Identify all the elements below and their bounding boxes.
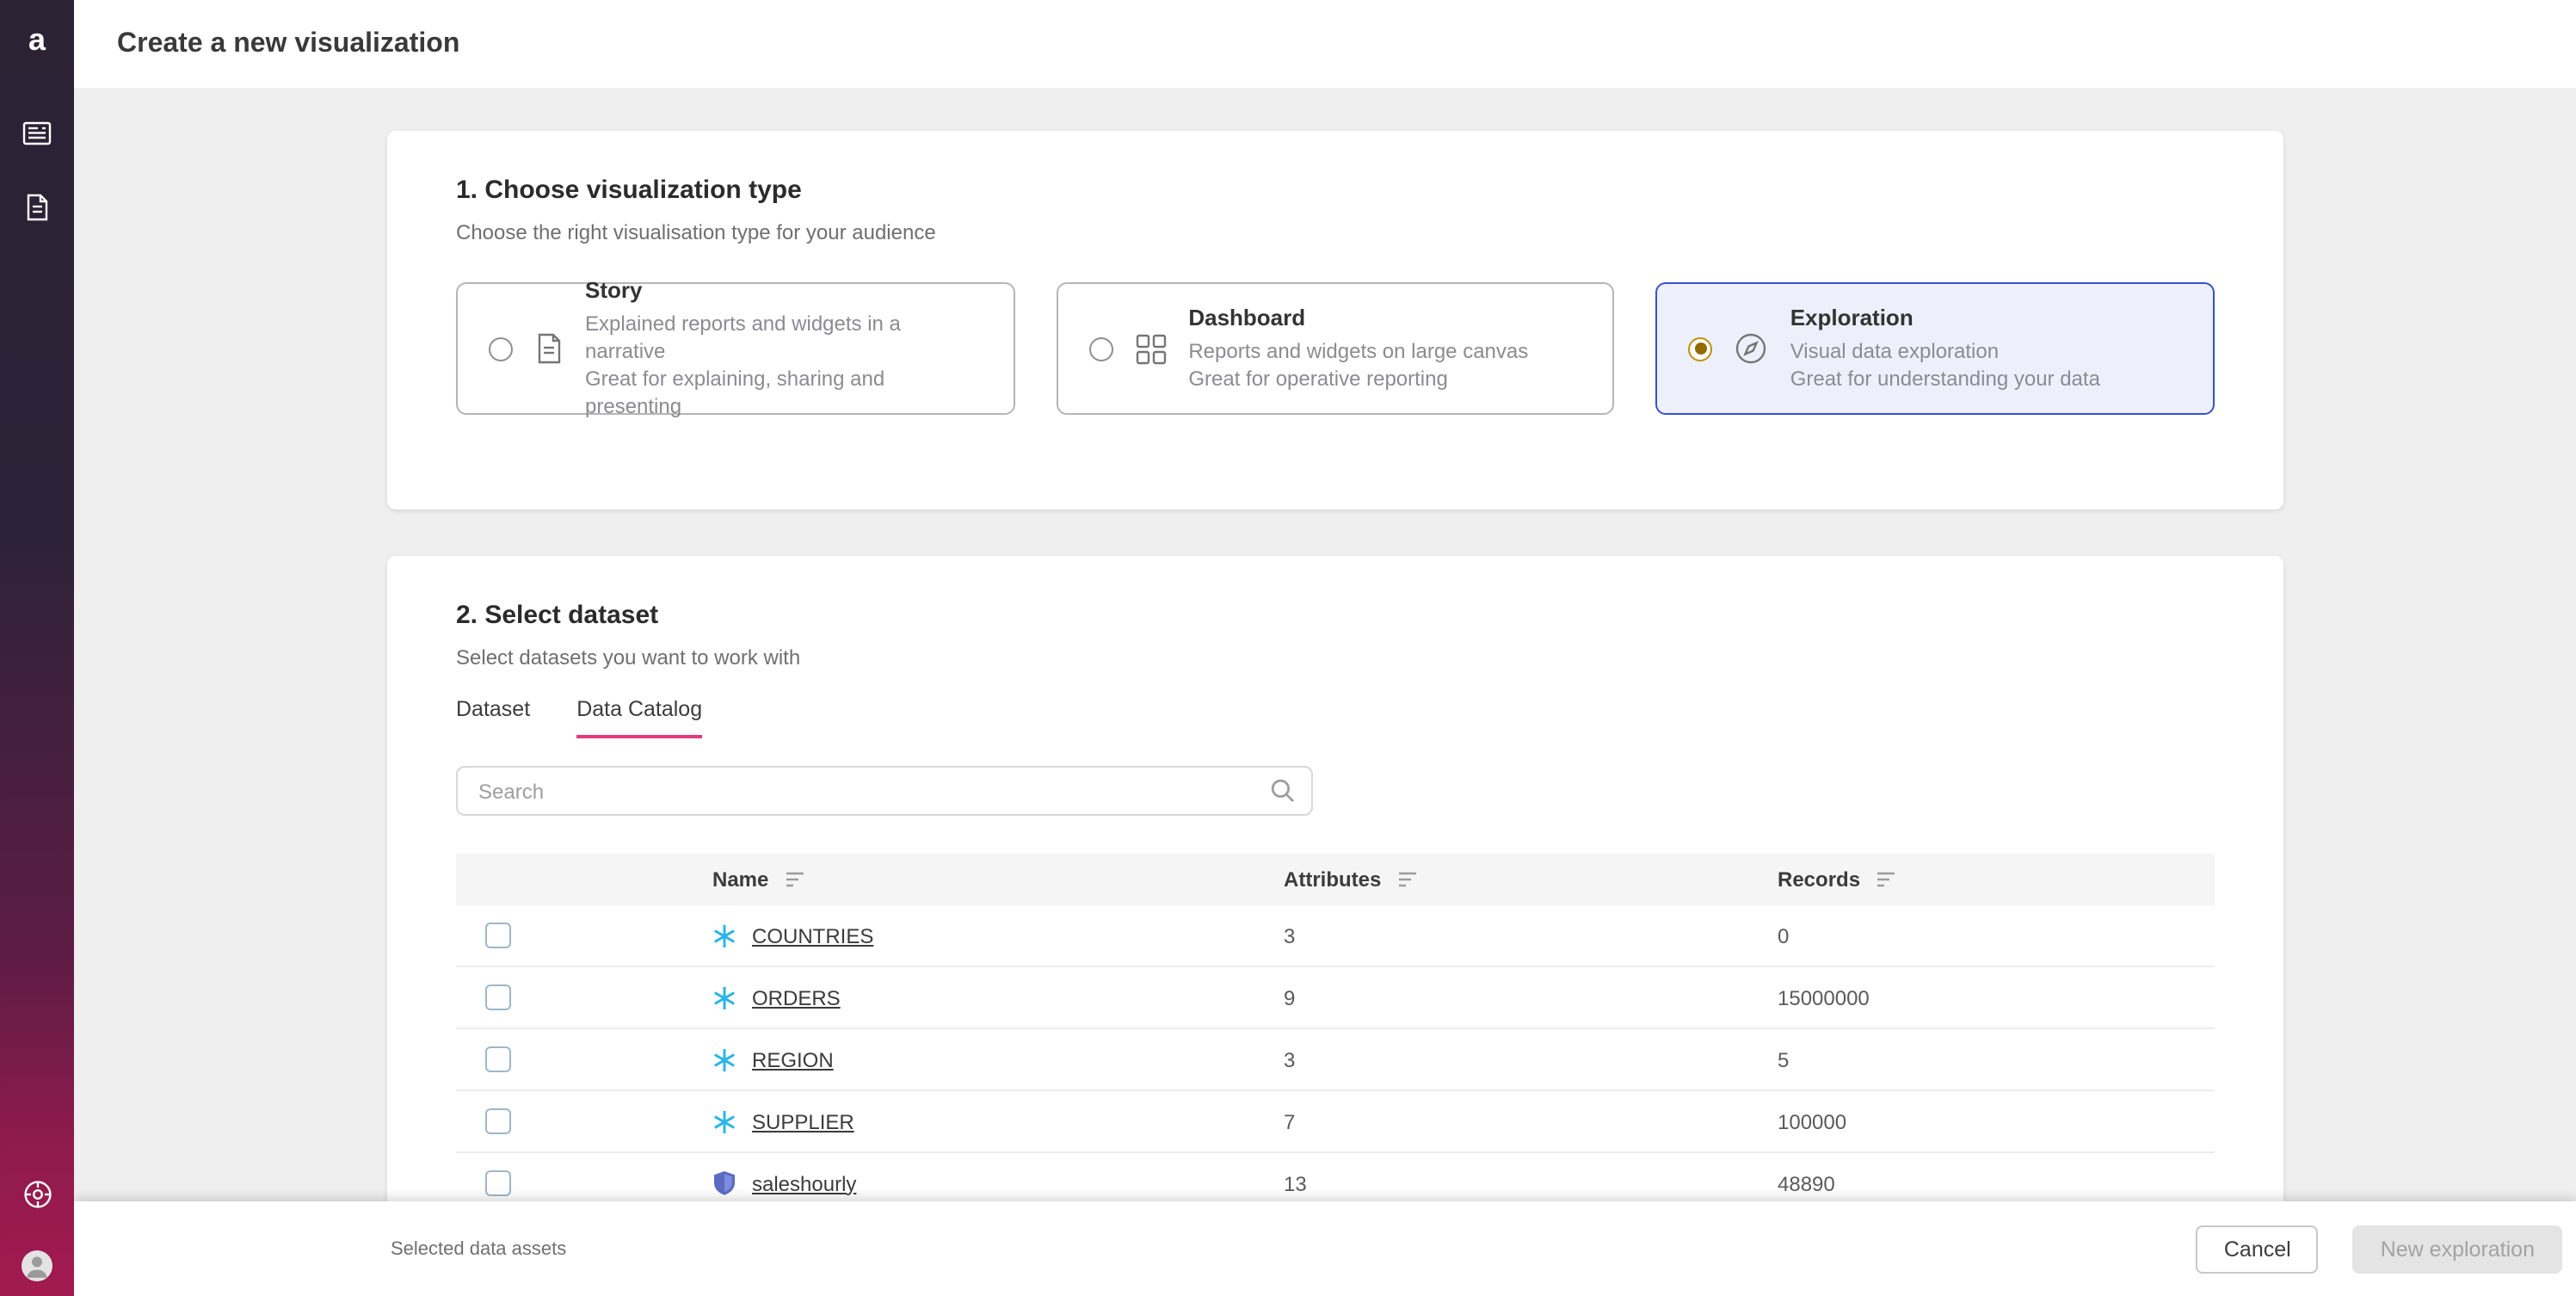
records-value: 5 bbox=[1778, 1047, 2215, 1071]
app-window: a bbox=[0, 0, 2576, 1296]
records-value: 100000 bbox=[1778, 1109, 2215, 1133]
dashboard-desc-1: Reports and widgets on large canvas bbox=[1188, 337, 1528, 365]
option-dashboard[interactable]: Dashboard Reports and widgets on large c… bbox=[1056, 282, 1614, 415]
shield-icon bbox=[712, 1170, 736, 1196]
grid-icon bbox=[1135, 333, 1166, 364]
row-checkbox[interactable] bbox=[485, 923, 511, 948]
story-texts: Story Explained reports and widgets in a… bbox=[585, 277, 982, 420]
attributes-value: 13 bbox=[1284, 1171, 1778, 1195]
attributes-value: 3 bbox=[1284, 923, 1778, 947]
sidebar-item-documents[interactable] bbox=[0, 193, 74, 231]
exploration-desc-1: Visual data exploration bbox=[1790, 337, 2100, 365]
choose-visualization-type-card: 1. Choose visualization type Choose the … bbox=[387, 131, 2283, 509]
row-checkbox[interactable] bbox=[485, 984, 511, 1010]
name-header-label: Name bbox=[712, 867, 768, 892]
page-header: Create a new visualization bbox=[74, 0, 2576, 88]
snowflake-icon bbox=[712, 1109, 736, 1133]
compass-icon bbox=[1735, 332, 1768, 365]
search-input[interactable] bbox=[456, 766, 1313, 816]
option-exploration[interactable]: Exploration Visual data exploration Grea… bbox=[1656, 282, 2215, 415]
step2-subtitle: Select datasets you want to work with bbox=[456, 645, 2215, 670]
attributes-value: 7 bbox=[1284, 1109, 1778, 1133]
table-row: REGION 3 5 bbox=[456, 1029, 2215, 1091]
snowflake-icon bbox=[712, 985, 736, 1009]
dataset-link[interactable]: COUNTRIES bbox=[752, 923, 873, 947]
row-checkbox[interactable] bbox=[485, 1170, 511, 1196]
table-row: COUNTRIES 3 0 bbox=[456, 905, 2215, 967]
search-icon[interactable] bbox=[1270, 778, 1296, 812]
new-exploration-button[interactable]: New exploration bbox=[2353, 1225, 2562, 1273]
action-footer: Selected data assets Cancel New explorat… bbox=[74, 1201, 2576, 1296]
attributes-header-label: Attributes bbox=[1284, 867, 1381, 892]
dataset-search bbox=[456, 766, 1313, 816]
row-checkbox[interactable] bbox=[485, 1046, 511, 1072]
dashboard-label: Dashboard bbox=[1188, 305, 1528, 332]
file-icon bbox=[535, 332, 563, 365]
option-story[interactable]: Story Explained reports and widgets in a… bbox=[456, 282, 1014, 415]
cancel-button[interactable]: Cancel bbox=[2197, 1225, 2319, 1273]
sort-icon[interactable] bbox=[1877, 871, 1896, 888]
reports-icon bbox=[22, 120, 52, 155]
dataset-name-cell: REGION bbox=[712, 1047, 1284, 1071]
dataset-link[interactable]: ORDERS bbox=[752, 985, 841, 1009]
row-checkbox[interactable] bbox=[485, 1108, 511, 1134]
snowflake-icon bbox=[712, 1047, 736, 1071]
sidebar-item-reports[interactable] bbox=[0, 120, 74, 155]
page-title: Create a new visualization bbox=[117, 28, 459, 59]
dataset-table: Name Attributes Records bbox=[456, 854, 2215, 1215]
story-desc-1: Explained reports and widgets in a narra… bbox=[585, 310, 982, 365]
step2-title: 2. Select dataset bbox=[456, 601, 2215, 632]
visualization-type-options: Story Explained reports and widgets in a… bbox=[456, 282, 2215, 415]
story-label: Story bbox=[585, 277, 982, 305]
exploration-label: Exploration bbox=[1790, 305, 2100, 332]
story-desc-2: Great for explaining, sharing and presen… bbox=[585, 365, 982, 420]
dataset-link[interactable]: SUPPLIER bbox=[752, 1109, 854, 1133]
sidebar-item-apps[interactable] bbox=[0, 1179, 74, 1219]
document-icon bbox=[24, 193, 50, 231]
records-header-label: Records bbox=[1778, 867, 1860, 892]
dataset-name-cell: SUPPLIER bbox=[712, 1109, 1284, 1133]
table-header-row: Name Attributes Records bbox=[456, 854, 2215, 905]
exploration-desc-2: Great for understanding your data bbox=[1790, 365, 2100, 392]
records-value: 15000000 bbox=[1778, 985, 2215, 1009]
dataset-tabs: Dataset Data Catalog bbox=[456, 697, 2215, 738]
dataset-name-cell: ORDERS bbox=[712, 985, 1284, 1009]
apps-icon bbox=[22, 1179, 52, 1219]
dashboard-desc-2: Great for operative reporting bbox=[1188, 365, 1528, 392]
snowflake-icon bbox=[712, 923, 736, 947]
table-row: ORDERS 9 15000000 bbox=[456, 967, 2215, 1029]
records-value: 48890 bbox=[1778, 1171, 2215, 1195]
logo-letter: a bbox=[28, 24, 46, 55]
step1-subtitle: Choose the right visualisation type for … bbox=[456, 220, 2215, 244]
dataset-link[interactable]: saleshourly bbox=[752, 1171, 856, 1195]
dashboard-texts: Dashboard Reports and widgets on large c… bbox=[1188, 305, 1528, 392]
user-avatar[interactable] bbox=[0, 1250, 74, 1291]
dashboard-radio[interactable] bbox=[1088, 336, 1112, 361]
table-row: SUPPLIER 7 100000 bbox=[456, 1091, 2215, 1153]
tab-dataset[interactable]: Dataset bbox=[456, 697, 530, 738]
sort-icon[interactable] bbox=[1398, 871, 1417, 888]
records-value: 0 bbox=[1778, 923, 2215, 947]
dataset-link[interactable]: REGION bbox=[752, 1047, 834, 1071]
avatar-icon bbox=[21, 1250, 53, 1291]
tab-data-catalog[interactable]: Data Catalog bbox=[576, 697, 702, 738]
exploration-radio[interactable] bbox=[1689, 336, 1713, 361]
step1-title: 1. Choose visualization type bbox=[456, 176, 2215, 207]
main-content: 1. Choose visualization type Choose the … bbox=[74, 88, 2576, 1296]
sort-icon[interactable] bbox=[786, 871, 804, 888]
story-radio[interactable] bbox=[489, 336, 513, 361]
app-logo[interactable]: a bbox=[0, 24, 74, 55]
dataset-name-cell: COUNTRIES bbox=[712, 923, 1284, 947]
column-header-name: Name bbox=[712, 867, 1284, 892]
column-header-records: Records bbox=[1778, 867, 2215, 892]
dataset-name-cell: saleshourly bbox=[712, 1170, 1284, 1196]
column-header-attributes: Attributes bbox=[1284, 867, 1778, 892]
sidebar: a bbox=[0, 0, 74, 1296]
attributes-value: 3 bbox=[1284, 1047, 1778, 1071]
select-dataset-card: 2. Select dataset Select datasets you wa… bbox=[387, 556, 2283, 1296]
attributes-value: 9 bbox=[1284, 985, 1778, 1009]
selected-assets-label: Selected data assets bbox=[391, 1238, 566, 1259]
exploration-texts: Exploration Visual data exploration Grea… bbox=[1790, 305, 2100, 392]
